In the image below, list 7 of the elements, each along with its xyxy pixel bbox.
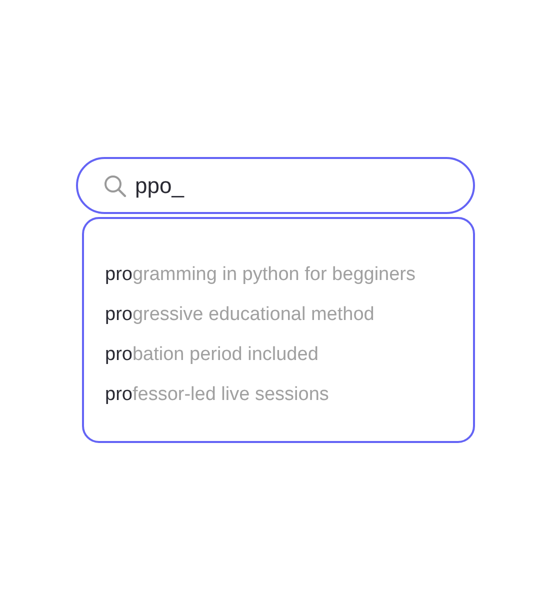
suggestion-item[interactable]: programming in python for begginers: [105, 263, 416, 286]
search-query: ppo_: [135, 172, 184, 198]
suggestion-item[interactable]: probation period included: [105, 343, 318, 366]
search-field[interactable]: ppo_: [76, 157, 475, 214]
suggestion-item[interactable]: progressive educational method: [105, 303, 374, 326]
suggestion-item[interactable]: professor-led live sessions: [105, 383, 329, 406]
search-icon: [103, 174, 127, 198]
